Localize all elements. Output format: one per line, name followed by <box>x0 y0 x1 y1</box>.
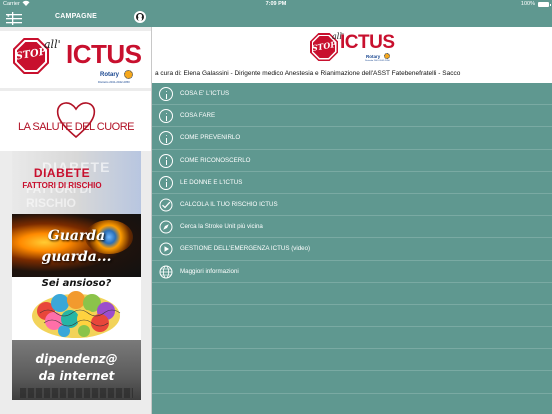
detail-pane: STOP all' ICTUS Rotary Distretto 2041-20… <box>152 27 552 414</box>
sidebar-nav-bar: ✚ CAMPAGNE <box>0 9 152 27</box>
globe-icon <box>159 265 173 278</box>
district-label: Distretto 2041-2042-2050 <box>98 80 130 84</box>
menu-item-stroke-unit[interactable]: Cerca la Stroke Unit più vicina <box>152 216 552 239</box>
menu-item-label: LE DONNE E L'ICTUS <box>180 178 243 186</box>
empty-row <box>152 305 552 328</box>
info-icon <box>159 153 173 168</box>
info-icon <box>159 109 173 124</box>
guarda-line-2: guarda... <box>41 249 112 265</box>
menu-item-donne-ictus[interactable]: LE DONNE E L'ICTUS <box>152 172 552 194</box>
guarda-line-1: Guarda <box>47 228 106 244</box>
district-label: Distretto 2041-2042-2050 <box>365 60 390 62</box>
dipendenza-line-1: dipendenz@ <box>35 352 118 366</box>
heart-outline-icon <box>56 102 96 139</box>
menu-item-label: COME RICONOSCERLO <box>180 156 251 164</box>
status-bar: Carrier 7:09 PM 100% <box>0 0 552 9</box>
ictus-wordmark: ICTUS <box>66 39 142 69</box>
dipendenza-line-2: da internet <box>38 369 115 383</box>
diabete-title: DIABETE <box>33 166 91 180</box>
menu-item-cosa-e-ictus[interactable]: COSA E' L'ICTUS <box>152 83 552 106</box>
campaign-menu: COSA E' L'ICTUS COSA FARE COME PREVENIRL… <box>152 83 552 394</box>
menu-item-label: CALCOLA IL TUO RISCHIO ICTUS <box>180 200 278 208</box>
nav-title: CAMPAGNE <box>0 13 152 20</box>
salute-cuore-text: LA SALUTE DEL CUORE <box>17 121 135 133</box>
campaign-diabete[interactable]: DIABETE FATTORI DI RISCHIO DIABETE FATTO… <box>12 151 141 214</box>
rotary-label: Rotary <box>366 54 381 59</box>
brain-icon <box>32 291 121 338</box>
campaign-header: STOP all' ICTUS Rotary Distretto 2041-20… <box>152 27 552 83</box>
info-icon <box>159 131 173 146</box>
ansioso-title: Sei ansioso? <box>41 278 112 289</box>
clock: 7:09 PM <box>265 1 287 7</box>
play-icon <box>159 242 173 256</box>
app-root: Carrier 7:09 PM 100% ✚ CAMPAGNE STOP all… <box>0 0 552 414</box>
campaign-dipendenza[interactable]: dipendenz@ da internet <box>12 340 141 400</box>
rotary-label: Rotary <box>100 72 120 78</box>
author-credit: a cura di: Elena Galassini - Dirigente m… <box>155 70 461 77</box>
rotary-wheel-icon <box>124 70 133 79</box>
keyboard-image <box>20 388 133 398</box>
menu-item-label: COSA E' L'ICTUS <box>180 90 230 97</box>
menu-item-come-riconoscerlo[interactable]: COME RICONOSCERLO <box>152 150 552 172</box>
nav-title-text: CAMPAGNE <box>55 13 97 20</box>
menu-item-label: GESTIONE DELL'EMERGENZA ICTUS (video) <box>180 245 311 253</box>
menu-item-cosa-fare[interactable]: COSA FARE <box>152 105 552 128</box>
campaign-sidebar[interactable]: STOP all' ICTUS Rotary Distretto 2041-20… <box>0 27 152 414</box>
diabete-subtitle: FATTORI DI RISCHIO <box>22 181 102 190</box>
detail-nav-bar <box>152 9 552 27</box>
menu-item-label: Cerca la Stroke Unit più vicina <box>180 223 263 231</box>
menu-item-come-prevenirlo[interactable]: COME PREVENIRLO <box>152 127 552 150</box>
battery-icon <box>538 2 551 7</box>
menu-item-label: Maggiori informazioni <box>180 267 239 275</box>
menu-item-label: COME PREVENIRLO <box>180 134 241 142</box>
campaign-ansioso[interactable]: Sei ansioso? <box>12 277 141 340</box>
ictus-wordmark: ICTUS <box>340 32 395 53</box>
rotary-wheel-icon <box>384 53 390 59</box>
campaign-ictus[interactable]: STOP all' ICTUS Rotary Distretto 2041-20… <box>0 31 151 88</box>
menu-item-maggiori-informazioni[interactable]: Maggiori informazioni <box>152 261 552 283</box>
info-icon <box>159 175 173 190</box>
empty-row <box>152 283 552 305</box>
menu-item-gestione-emergenza[interactable]: GESTIONE DELL'EMERGENZA ICTUS (video) <box>152 238 552 261</box>
empty-row <box>152 327 552 350</box>
all-text: all' <box>44 38 61 51</box>
battery-percentage: 100% <box>520 1 535 7</box>
stop-ictus-logo: STOP all' ICTUS Rotary Distretto 2041-20… <box>310 30 395 66</box>
info-icon <box>159 87 173 101</box>
empty-row <box>152 371 552 394</box>
empty-row <box>152 349 552 372</box>
compass-icon <box>159 220 173 234</box>
campaign-salute-cuore[interactable]: LA SALUTE DEL CUORE <box>0 91 151 151</box>
check-badge-icon <box>159 198 173 212</box>
menu-item-label: COSA FARE <box>180 112 216 120</box>
menu-item-calcola-rischio[interactable]: CALCOLA IL TUO RISCHIO ICTUS <box>152 194 552 217</box>
campaign-guarda[interactable]: Guarda guarda... <box>12 214 141 277</box>
profile-button[interactable] <box>134 11 146 23</box>
